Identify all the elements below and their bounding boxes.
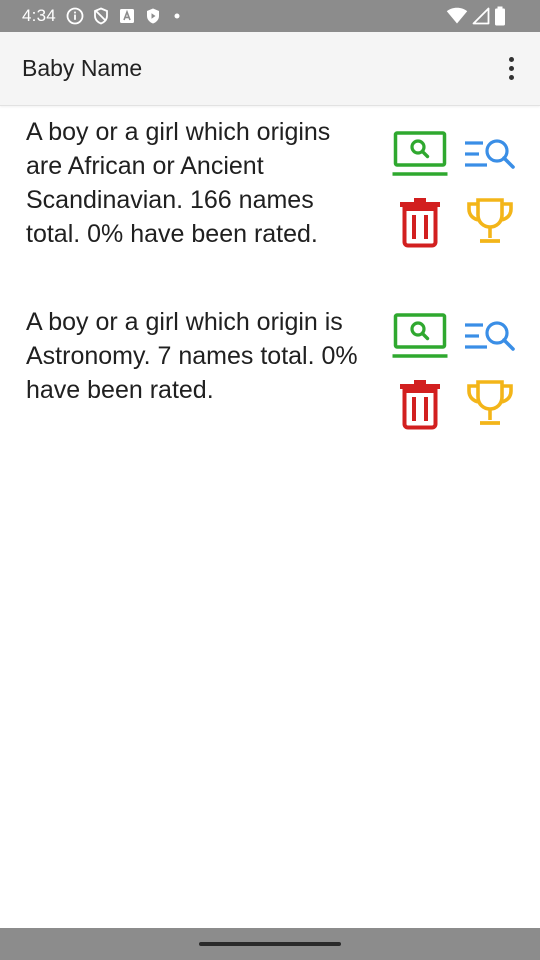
a-box-icon [118,7,136,25]
search-list-icon [461,311,519,366]
status-time: 4:34 [22,6,56,25]
leaderboard-button[interactable] [459,196,521,252]
shield-icon [92,7,110,25]
trophy-icon [464,377,516,436]
search-list-button[interactable] [459,310,521,366]
dot-icon [170,7,184,25]
status-bar-right [446,6,506,26]
home-gesture-handle[interactable] [199,942,341,946]
list-item: A boy or a girl which origin is Astronom… [0,292,540,472]
play-shield-icon [144,7,162,25]
menu-dot [508,66,514,71]
status-bar: 4:34 [0,0,540,32]
browse-icon [390,311,450,366]
status-bar-left: 4:34 [22,6,184,26]
info-icon [66,7,84,25]
trophy-icon [464,195,516,254]
battery-icon [494,6,506,26]
search-list-icon [461,129,519,184]
wifi-icon [446,7,468,25]
delete-button[interactable] [389,378,451,434]
leaderboard-button[interactable] [459,378,521,434]
delete-icon [395,377,445,436]
search-list-button[interactable] [459,128,521,184]
list-description[interactable]: A boy or a girl which origin is Astronom… [26,305,366,407]
name-lists: A boy or a girl which origins are Africa… [0,106,540,472]
signal-icon [472,7,490,25]
list-item: A boy or a girl which origins are Africa… [0,106,540,292]
list-description[interactable]: A boy or a girl which origins are Africa… [26,115,366,251]
menu-dot [508,75,514,80]
more-vert-icon[interactable] [500,49,522,89]
delete-icon [395,195,445,254]
browse-button[interactable] [389,128,451,184]
app-title: Baby Name [22,55,143,81]
menu-dot [508,57,514,62]
navigation-bar [0,928,540,960]
browse-icon [390,129,450,184]
delete-button[interactable] [389,196,451,252]
browse-button[interactable] [389,310,451,366]
app-bar: Baby Name [0,32,540,106]
